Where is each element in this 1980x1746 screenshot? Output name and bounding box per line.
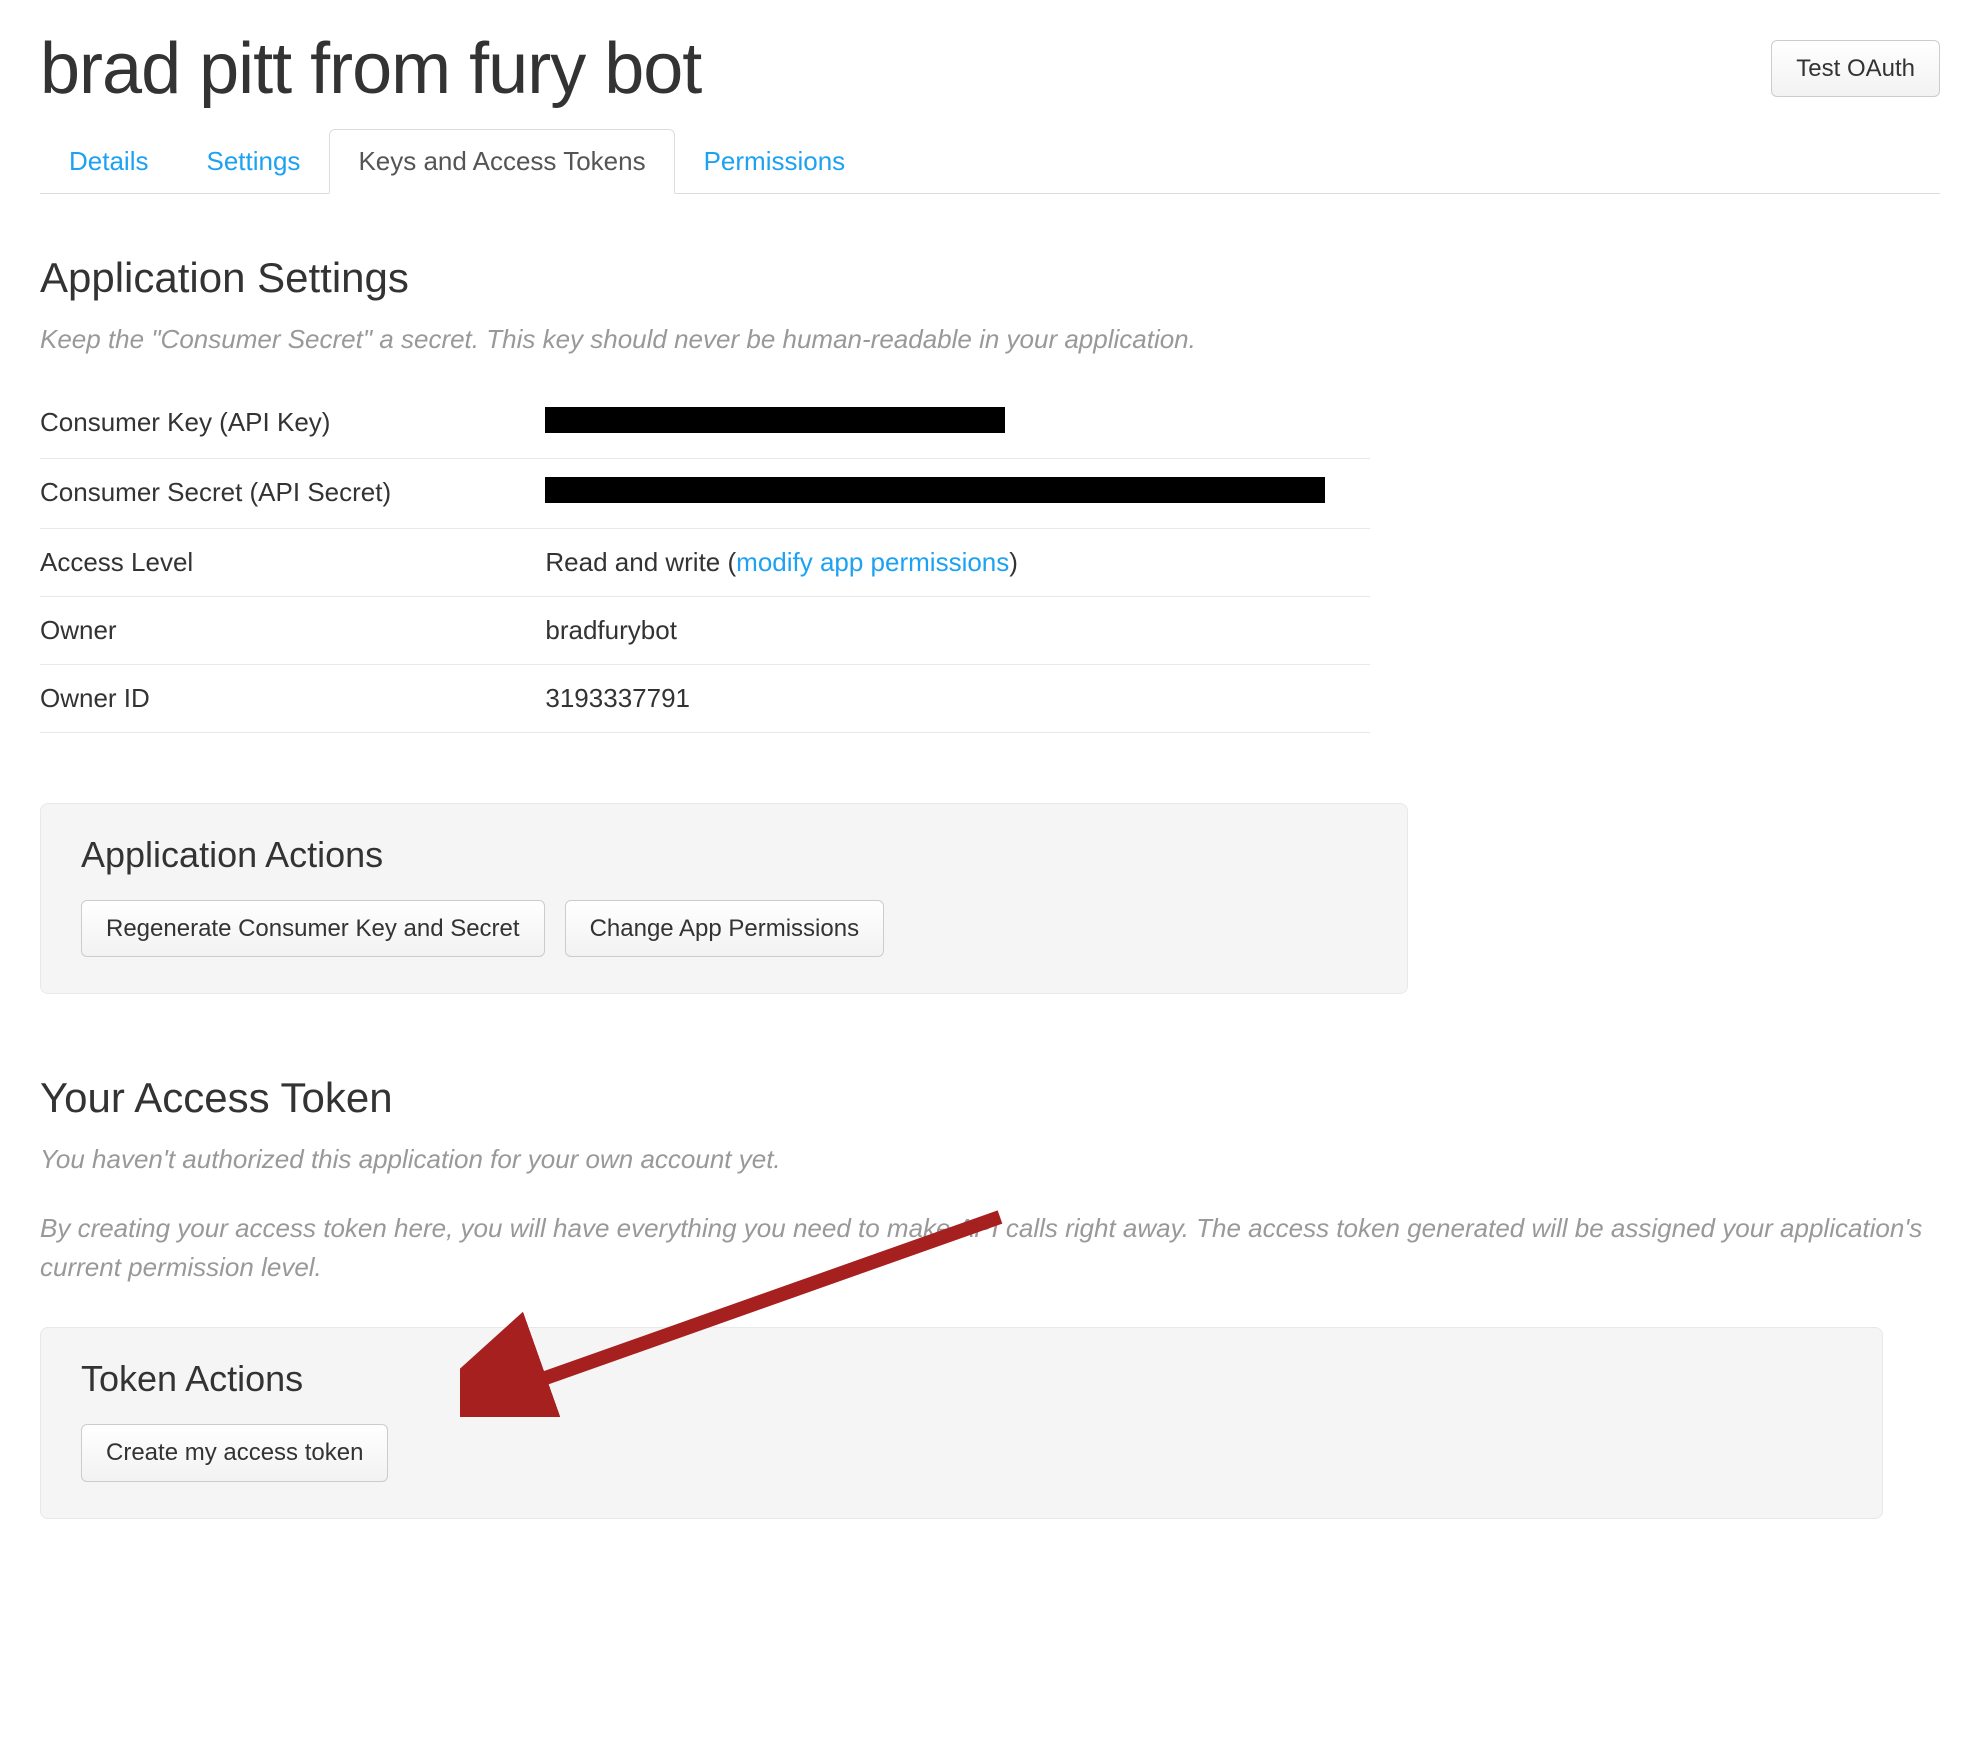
consumer-key-label: Consumer Key (API Key) [40,407,545,440]
table-row: Consumer Key (API Key) [40,389,1370,459]
access-level-text-close: ) [1009,547,1018,577]
tab-bar: Details Settings Keys and Access Tokens … [40,129,1940,194]
access-token-subtext-2: By creating your access token here, you … [40,1209,1940,1287]
consumer-key-value [545,407,1370,440]
table-row: Owner bradfurybot [40,597,1370,665]
application-settings-table: Consumer Key (API Key) Consumer Secret (… [40,389,1370,733]
application-settings-heading: Application Settings [40,254,1940,302]
owner-id-value: 3193337791 [545,683,1370,714]
redacted-value [545,407,1005,433]
access-token-subtext-1: You haven't authorized this application … [40,1140,1940,1179]
modify-app-permissions-link[interactable]: modify app permissions [736,547,1009,577]
tab-keys-and-access-tokens[interactable]: Keys and Access Tokens [329,129,674,194]
test-oauth-button[interactable]: Test OAuth [1771,40,1940,97]
owner-id-label: Owner ID [40,683,545,714]
owner-value: bradfurybot [545,615,1370,646]
consumer-secret-value [545,477,1370,510]
application-settings-subtext: Keep the "Consumer Secret" a secret. Thi… [40,320,1940,359]
page-title: brad pitt from fury bot [40,30,701,109]
table-row: Consumer Secret (API Secret) [40,459,1370,529]
token-actions-panel: Token Actions Create my access token [40,1327,1883,1518]
owner-label: Owner [40,615,545,646]
regenerate-consumer-key-button[interactable]: Regenerate Consumer Key and Secret [81,900,545,957]
tab-permissions[interactable]: Permissions [675,129,875,194]
your-access-token-heading: Your Access Token [40,1074,1940,1122]
tab-details[interactable]: Details [40,129,177,194]
table-row: Access Level Read and write (modify app … [40,529,1370,597]
redacted-value [545,477,1325,503]
application-actions-panel: Application Actions Regenerate Consumer … [40,803,1408,994]
access-level-value: Read and write (modify app permissions) [545,547,1370,578]
application-actions-heading: Application Actions [81,834,1367,876]
token-actions-heading: Token Actions [81,1358,1842,1400]
consumer-secret-label: Consumer Secret (API Secret) [40,477,545,510]
access-level-text: Read and write ( [545,547,736,577]
create-my-access-token-button[interactable]: Create my access token [81,1424,388,1481]
change-app-permissions-button[interactable]: Change App Permissions [565,900,884,957]
tab-settings[interactable]: Settings [177,129,329,194]
access-level-label: Access Level [40,547,545,578]
table-row: Owner ID 3193337791 [40,665,1370,733]
